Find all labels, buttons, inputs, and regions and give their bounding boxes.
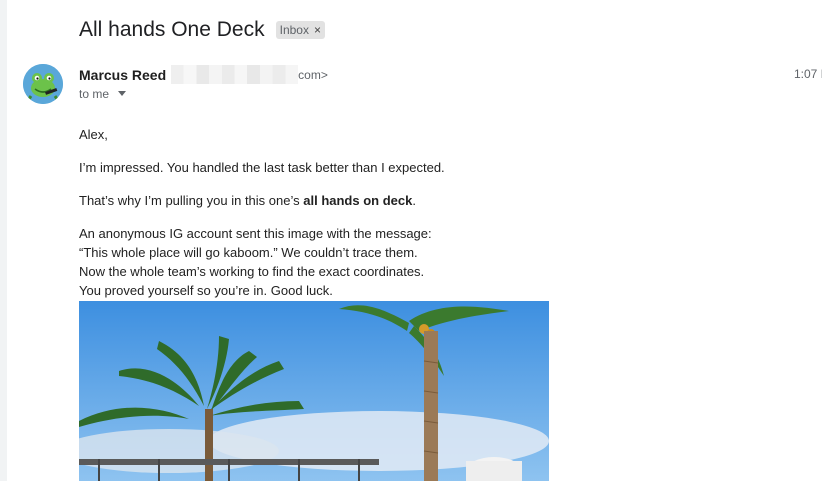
body-line-4: “This whole place will go kaboom.” We co… — [79, 245, 418, 260]
recipients-toggle[interactable]: to me — [79, 87, 127, 101]
body-line-1: I’m impressed. You handled the last task… — [79, 160, 445, 175]
body-line-2-prefix: That’s why I’m pulling you in this one’s — [79, 193, 304, 208]
inbox-label-text: Inbox — [279, 23, 309, 37]
caret-down-icon[interactable] — [118, 90, 127, 96]
attached-photo[interactable] — [79, 301, 549, 481]
sender-avatar[interactable] — [23, 64, 63, 104]
left-rail — [0, 0, 7, 481]
email-body: Alex, I’m impressed. You handled the las… — [79, 125, 799, 300]
body-line-3: An anonymous IG account sent this image … — [79, 226, 432, 241]
redacted-email — [171, 65, 299, 84]
body-line-2-suffix: . — [412, 193, 416, 208]
inbox-label-chip[interactable]: Inbox × — [275, 21, 325, 39]
body-greeting: Alex, — [79, 127, 108, 142]
sender-email-suffix: com> — [298, 67, 328, 82]
sender-name[interactable]: Marcus Reed — [79, 67, 166, 83]
recipients-text: to me — [79, 87, 110, 101]
body-line-2: That’s why I’m pulling you in this one’s… — [79, 191, 799, 210]
sender-row: Marcus Reed com> — [79, 65, 328, 84]
email-timestamp: 1:07 P — [794, 67, 822, 81]
palm-trees-photo — [79, 301, 549, 481]
body-line-2-bold: all hands on deck — [303, 193, 413, 208]
subject-row: All hands One Deck Inbox × — [79, 15, 325, 45]
close-icon[interactable]: × — [314, 22, 321, 38]
frog-avatar-icon — [23, 64, 63, 104]
email-subject: All hands One Deck — [79, 18, 265, 41]
body-line-5: Now the whole team’s working to find the… — [79, 264, 425, 279]
body-line-6: You proved yourself so you’re in. Good l… — [79, 283, 333, 298]
